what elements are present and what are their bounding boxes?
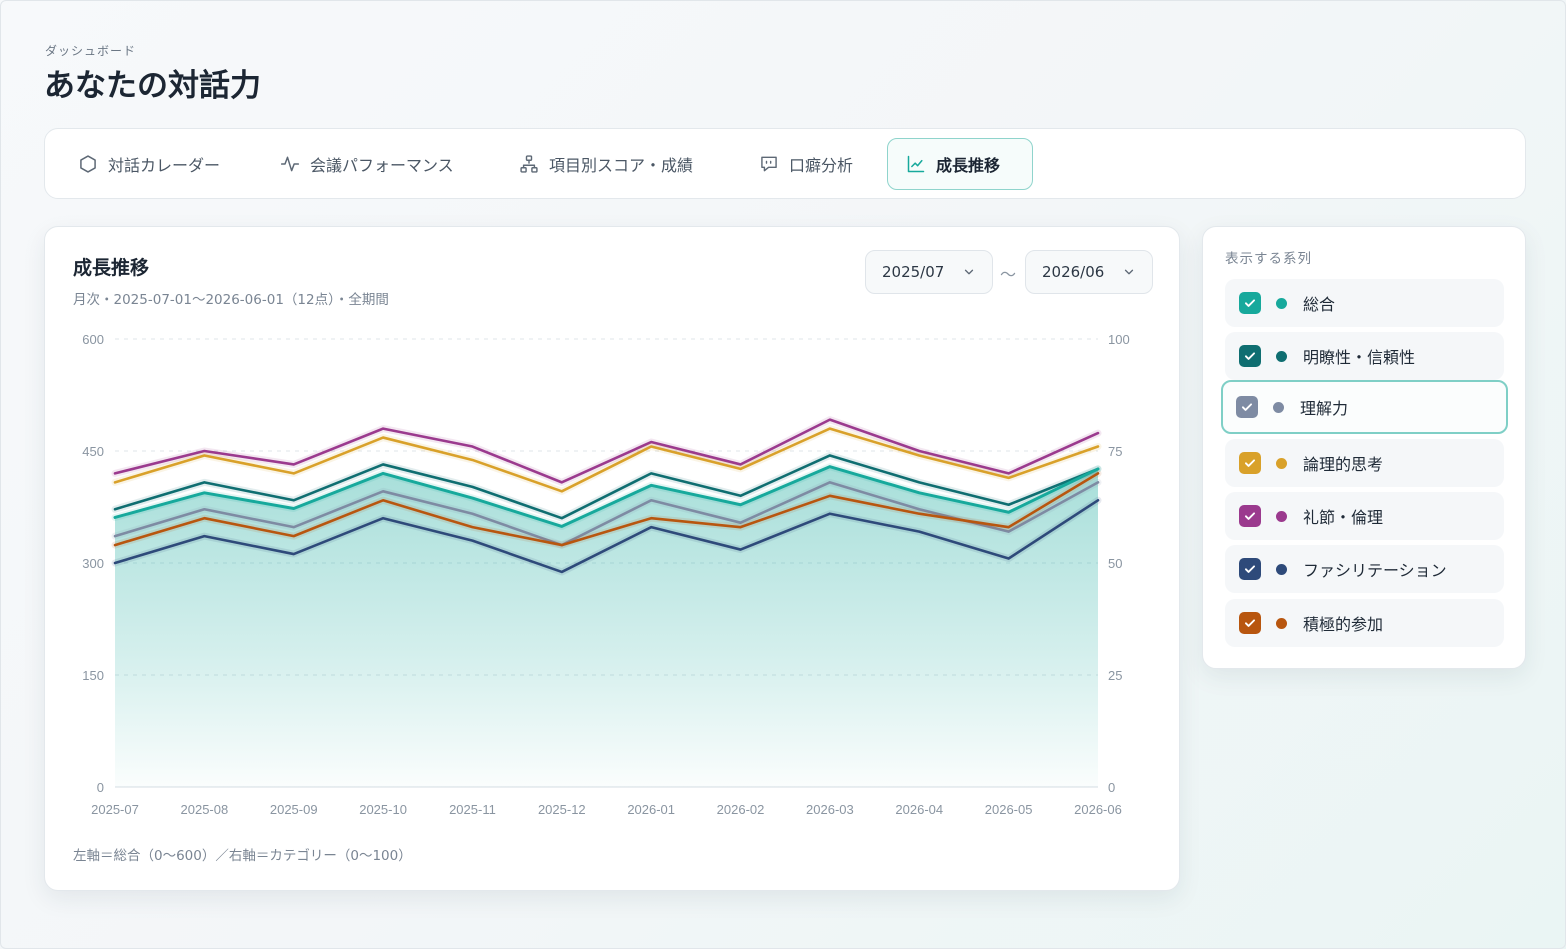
tab-habit-analysis[interactable]: 口癖分析: [740, 138, 872, 190]
series-color-dot: [1276, 617, 1287, 629]
check-icon: [1244, 565, 1256, 573]
series-checkbox[interactable]: [1239, 505, 1261, 527]
right-axis-tick: 75: [1108, 444, 1122, 459]
right-axis-tick: 0: [1108, 780, 1115, 795]
series-checkbox[interactable]: [1239, 292, 1261, 314]
series-toggle[interactable]: 積極的参加: [1225, 599, 1504, 647]
tab-label: 会議パフォーマンス: [310, 156, 454, 175]
series-checkbox[interactable]: [1239, 612, 1261, 634]
series-color-dot: [1276, 350, 1287, 362]
page-title: あなたの対話力: [44, 68, 261, 104]
card-title: 成長推移: [73, 257, 150, 279]
check-icon: [1244, 352, 1256, 360]
left-axis-tick: 450: [82, 444, 104, 459]
x-axis-tick: 2025-08: [181, 802, 229, 817]
check-icon: [1241, 403, 1253, 411]
pulse-icon: [280, 156, 300, 172]
range-to-value: 2026/06: [1042, 263, 1105, 281]
series-label: ファシリテーション: [1303, 561, 1447, 580]
range-from-value: 2025/07: [882, 263, 945, 281]
tab-growth[interactable]: 成長推移: [887, 138, 1033, 190]
series-toggle[interactable]: ファシリテーション: [1225, 545, 1504, 593]
right-axis-tick: 25: [1108, 668, 1122, 683]
tab-label: 口癖分析: [789, 156, 854, 175]
chevron-down-icon: [1124, 269, 1134, 275]
check-icon: [1244, 512, 1256, 520]
series-color-dot: [1276, 563, 1287, 575]
series-label: 明瞭性・信頼性: [1303, 348, 1416, 367]
series-toggle[interactable]: 明瞭性・信頼性: [1225, 332, 1504, 380]
x-axis-tick: 2025-12: [538, 802, 586, 817]
tab-label: 項目別スコア・成績: [549, 156, 694, 175]
speech-bubble-icon: [761, 156, 777, 172]
left-axis-tick: 150: [82, 668, 104, 683]
series-label: 理解力: [1300, 399, 1349, 418]
series-toggle[interactable]: 論理的思考: [1225, 439, 1504, 487]
check-icon: [1244, 619, 1256, 627]
hexagon-icon: [80, 155, 96, 173]
card-subtitle: 月次・2025-07-01〜2026-06-01（12点）・全期間: [73, 292, 389, 308]
series-checkbox[interactable]: [1239, 345, 1261, 367]
series-color-dot: [1276, 457, 1287, 469]
tab-item-scores[interactable]: 項目別スコア・成績: [500, 138, 712, 190]
series-label: 積極的参加: [1303, 615, 1384, 634]
axis-footnote: 左軸＝総合（0〜600）／右軸＝カテゴリー（0〜100）: [73, 848, 412, 864]
series-checkbox[interactable]: [1239, 558, 1261, 580]
series-color-dot: [1276, 510, 1287, 522]
line-chart-icon: [907, 155, 925, 173]
check-icon: [1244, 299, 1256, 307]
range-to-select[interactable]: 2026/06: [1025, 250, 1153, 294]
series-color-dot: [1273, 401, 1284, 413]
series-toggle[interactable]: 総合: [1225, 279, 1504, 327]
tab-bar: 対話カレーダー 会議パフォーマンス 項目別スコア・成績 口癖分析 成長推移: [44, 128, 1526, 199]
series-toggle[interactable]: 礼節・倫理: [1225, 492, 1504, 540]
check-icon: [1244, 459, 1256, 467]
right-axis-tick: 50: [1108, 556, 1122, 571]
series-panel: 表示する系列 総合明瞭性・信頼性 理解力論理的思考礼節・倫理ファシリテーション 積極…: [1202, 226, 1526, 669]
panel-title: 表示する系列: [1225, 251, 1312, 267]
x-axis-tick: 2025-11: [449, 802, 496, 817]
x-axis-tick: 2025-10: [359, 802, 407, 817]
series-label: 礼節・倫理: [1303, 508, 1384, 527]
x-axis-tick: 2026-04: [895, 802, 943, 817]
x-axis-tick: 2026-03: [806, 802, 854, 817]
range-from-select[interactable]: 2025/07: [865, 250, 993, 294]
series-label: 論理的思考: [1303, 455, 1384, 474]
series-label: 総合: [1303, 295, 1336, 314]
range-separator: 〜: [1000, 265, 1017, 284]
tab-radar[interactable]: 対話カレーダー: [59, 138, 239, 190]
left-axis-tick: 600: [82, 332, 104, 347]
tab-meeting-performance[interactable]: 会議パフォーマンス: [261, 138, 473, 190]
growth-line-chart: 0 150 300 450 600 0 25 50 75 100 2025-07 2025-08 202…: [82, 332, 1130, 817]
tab-label: 成長推移: [936, 156, 1001, 175]
chevron-down-icon: [964, 269, 974, 275]
left-axis-tick: 300: [82, 556, 104, 571]
breadcrumb: ダッシュボード: [45, 44, 137, 58]
series-checkbox[interactable]: [1236, 396, 1258, 418]
series-toggle[interactable]: 理解力: [1221, 380, 1508, 434]
x-axis-tick: 2026-05: [985, 802, 1033, 817]
x-axis-tick: 2025-09: [270, 802, 318, 817]
left-axis-tick: 0: [97, 780, 104, 795]
x-axis-tick: 2026-06: [1074, 802, 1122, 817]
x-axis-tick: 2026-01: [627, 802, 675, 817]
hierarchy-icon: [520, 155, 538, 173]
growth-chart-card: 成長推移 月次・2025-07-01〜2026-06-01（12点）・全期間 2…: [44, 226, 1180, 891]
series-checkbox[interactable]: [1239, 452, 1261, 474]
series-color-dot: [1276, 297, 1287, 309]
tab-label: 対話カレーダー: [108, 156, 221, 175]
right-axis-tick: 100: [1108, 332, 1130, 347]
x-axis-tick: 2025-07: [91, 802, 139, 817]
x-axis-tick: 2026-02: [717, 802, 765, 817]
